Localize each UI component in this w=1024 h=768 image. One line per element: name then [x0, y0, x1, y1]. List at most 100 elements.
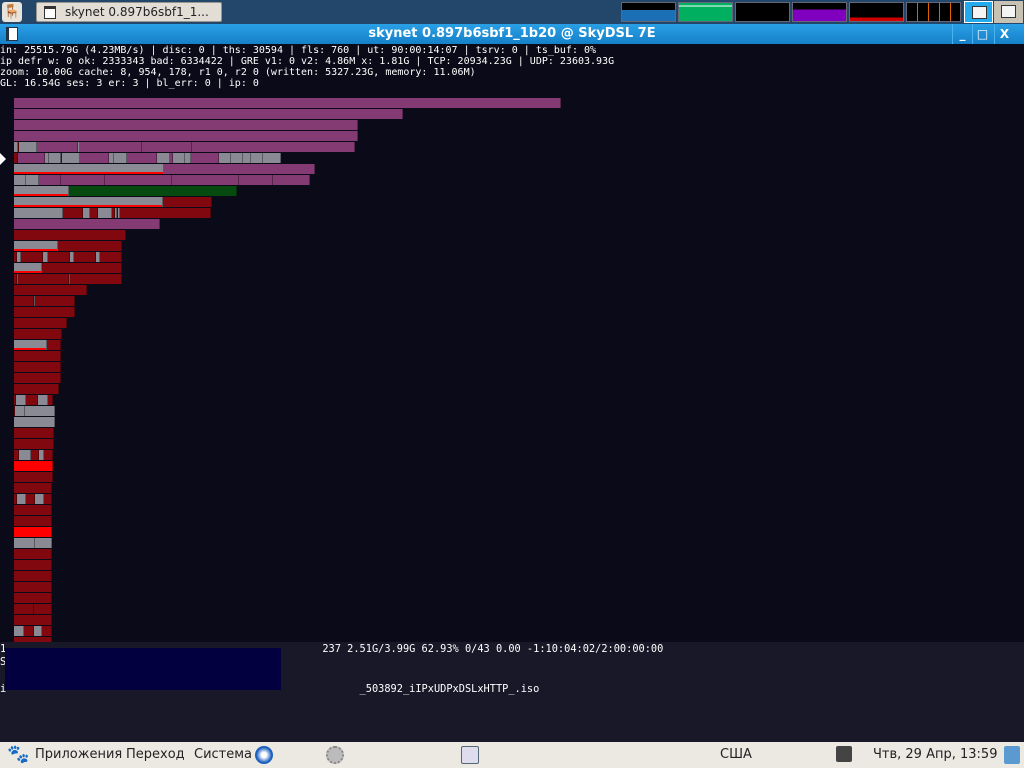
bar-segment	[14, 527, 52, 537]
bar-segment	[42, 263, 122, 273]
session-bar	[14, 329, 62, 339]
session-bar	[14, 626, 52, 636]
minimize-button[interactable]: _	[952, 24, 972, 44]
bar-segment	[14, 428, 54, 438]
swap-monitor[interactable]	[792, 2, 847, 22]
menu-system[interactable]: Система	[194, 742, 252, 768]
bar-segment	[14, 197, 163, 207]
session-bar	[14, 274, 122, 284]
window-menu-icon[interactable]	[6, 27, 18, 41]
bar-segment	[14, 131, 358, 141]
bar-segment	[263, 153, 281, 163]
window-titlebar[interactable]: skynet 0.897b6sbf1_1b20 @ SkyDSL 7E _ □ …	[0, 24, 1024, 44]
session-bar	[14, 230, 126, 240]
bar-segment	[14, 351, 61, 361]
disk-monitor[interactable]	[906, 2, 961, 22]
taskbar-window-button[interactable]: skynet 0.897b6sbf1_1...	[36, 2, 222, 22]
memory-monitor[interactable]	[678, 2, 733, 22]
session-bar	[14, 571, 52, 581]
main-menu-icon[interactable]: 🪑	[2, 2, 22, 22]
session-bar	[14, 296, 75, 306]
bar-segment	[37, 142, 78, 152]
bar-segment	[14, 461, 53, 471]
bar-segment	[31, 450, 39, 460]
bar-segment	[14, 208, 63, 218]
session-bar	[14, 461, 53, 471]
bar-segment	[35, 494, 44, 504]
workspace-1[interactable]	[964, 1, 993, 23]
taskbar-window-label: skynet 0.897b6sbf1_1...	[65, 5, 209, 19]
session-bar	[14, 340, 61, 350]
bar-segment	[14, 296, 34, 306]
bar-segment	[14, 219, 160, 229]
bar-segment	[14, 285, 87, 295]
bar-segment	[83, 208, 90, 218]
bar-segment	[14, 439, 54, 449]
maximize-button[interactable]: □	[972, 24, 992, 44]
session-bar	[14, 175, 310, 185]
session-bar	[14, 197, 212, 207]
workspace-2[interactable]	[994, 1, 1023, 23]
menu-places[interactable]: Переход	[126, 742, 185, 768]
session-bar	[14, 483, 52, 493]
bar-segment	[14, 538, 35, 548]
gnome-foot-icon[interactable]: 🐾	[7, 742, 29, 768]
session-bar	[14, 318, 67, 328]
bar-segment	[63, 208, 83, 218]
stats-panel: in: 25515.79G (4.23MB/s) | disc: 0 | ths…	[0, 45, 1024, 91]
session-bar	[14, 109, 403, 119]
bar-segment	[15, 406, 25, 416]
bar-segment	[163, 197, 212, 207]
bar-segment	[105, 175, 172, 185]
session-bar	[14, 98, 561, 108]
bar-segment	[14, 417, 55, 427]
session-bar	[14, 395, 53, 405]
bar-segment	[48, 252, 70, 262]
bar-segment	[49, 153, 61, 163]
bar-segment	[69, 186, 237, 196]
session-bar	[14, 120, 358, 130]
session-bar	[14, 417, 55, 427]
top-panel: 🪑 skynet 0.897b6sbf1_1...	[0, 0, 1024, 24]
network-status-icon[interactable]	[836, 746, 852, 762]
menu-applications[interactable]: Приложения	[35, 742, 122, 768]
browser-globe-icon[interactable]	[255, 746, 273, 764]
bar-segment	[39, 175, 61, 185]
bar-segment	[14, 593, 52, 603]
bar-segment	[273, 175, 310, 185]
session-bar	[14, 164, 315, 174]
selection-arrow-icon	[0, 153, 6, 165]
bar-segment	[172, 175, 239, 185]
bar-segment	[14, 175, 26, 185]
bar-segment	[14, 626, 24, 636]
close-button[interactable]: X	[994, 24, 1014, 44]
settings-gear-icon[interactable]	[326, 746, 344, 764]
bar-segment	[80, 153, 109, 163]
bar-segment	[100, 252, 122, 262]
bar-segment	[14, 516, 52, 526]
session-bar	[14, 384, 59, 394]
bar-segment	[14, 318, 67, 328]
network-monitor[interactable]	[735, 2, 790, 22]
bar-segment	[90, 208, 98, 218]
session-bar	[14, 186, 237, 196]
bar-segment	[14, 384, 59, 394]
bar-segment	[25, 406, 55, 416]
bar-segment	[18, 274, 69, 284]
session-bar	[14, 428, 54, 438]
keyboard-layout[interactable]: США	[720, 742, 752, 768]
bar-segment	[14, 472, 53, 482]
stats-line: zoom: 10.00G cache: 8, 954, 178, r1 0, r…	[0, 67, 476, 78]
notification-icon[interactable]	[1004, 746, 1020, 764]
cpu-monitor[interactable]	[621, 2, 676, 22]
bar-segment	[98, 208, 112, 218]
editor-icon[interactable]	[461, 746, 479, 764]
load-monitor[interactable]	[849, 2, 904, 22]
bar-segment	[21, 252, 43, 262]
bar-segment	[48, 395, 53, 405]
bar-segment	[114, 153, 127, 163]
session-bar	[14, 131, 358, 141]
bar-segment	[17, 494, 26, 504]
clock[interactable]: Чтв, 29 Апр, 13:59	[873, 742, 997, 768]
stats-line: ip defr w: 0 ok: 2333343 bad: 6334422 | …	[0, 56, 615, 67]
